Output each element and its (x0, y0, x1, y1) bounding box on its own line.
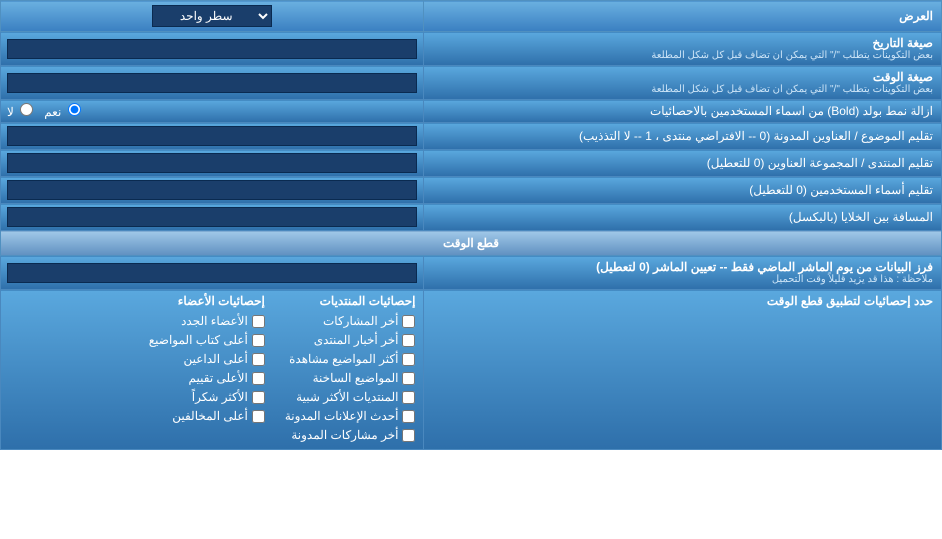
topics-trim-input[interactable]: 33 (7, 126, 417, 146)
single-line-cell: سطر واحد (1, 1, 424, 32)
topics-trim-label: تقليم الموضوع / العناوين المدونة (0 -- ا… (424, 123, 942, 150)
member-stats-col: إحصائيات الأعضاء الأعضاء الجدد أعلى كتاب… (149, 294, 265, 445)
radio-no[interactable] (20, 103, 33, 116)
gap-input-cell: 2 (1, 204, 424, 231)
checkboxes-cell: إحصائيات المنتديات أخر المشاركات أخر أخب… (1, 290, 424, 450)
bold-label: ازالة نمط بولد (Bold) من اسماء المستخدمي… (424, 100, 942, 123)
single-line-select[interactable]: سطر واحد (152, 5, 272, 27)
cutoff-label: فرز البيانات من يوم الماشر الماضي فقط --… (424, 256, 942, 290)
topics-trim-input-cell: 33 (1, 123, 424, 150)
time-format-label: صيغة الوقت بعض التكوينات يتطلب "/" التي … (424, 66, 942, 100)
date-format-title: صيغة التاريخ (432, 36, 933, 50)
checkbox-item: أعلى الداعين (149, 352, 265, 366)
checkbox-item: أعلى المخالفين (149, 409, 265, 423)
cb-blog-posts[interactable] (402, 429, 415, 442)
cutoff-note: ملاحظة : هذا قد يزيد قليلاً وقت التحميل (432, 274, 933, 285)
cutoff-title: فرز البيانات من يوم الماشر الماضي فقط --… (432, 260, 933, 274)
checkbox-item: أحدث الإعلانات المدونة (285, 409, 416, 423)
date-format-input-cell: d-m (1, 32, 424, 66)
cb-most-thanked[interactable] (252, 391, 265, 404)
radio-yes[interactable] (68, 103, 81, 116)
checkbox-item: الأعضاء الجدد (149, 314, 265, 328)
limit-label: حدد إحصائيات لتطبيق قطع الوقت (424, 290, 942, 450)
gap-label: المسافة بين الخلايا (بالبكسل) (424, 204, 942, 231)
cb-new-members[interactable] (252, 315, 265, 328)
users-trim-label: تقليم أسماء المستخدمين (0 للتعطيل) (424, 177, 942, 204)
cb-latest-posts[interactable] (402, 315, 415, 328)
checkbox-item: أخر مشاركات المدونة (285, 428, 416, 442)
time-format-title: صيغة الوقت (432, 70, 933, 84)
cb-popular-forums[interactable] (402, 391, 415, 404)
cutoff-input-cell: 0 (1, 256, 424, 290)
time-format-input-cell: H:i (1, 66, 424, 100)
gap-input[interactable]: 2 (7, 207, 417, 227)
cb-hot-topics[interactable] (402, 372, 415, 385)
forum-trim-input[interactable]: 33 (7, 153, 417, 173)
checkbox-item: أعلى كتاب المواضيع (149, 333, 265, 347)
cb-latest-ads[interactable] (402, 410, 415, 423)
cb-top-inviters[interactable] (252, 353, 265, 366)
checkbox-item: الأكثر شكراً (149, 390, 265, 404)
date-format-note: بعض التكوينات يتطلب "/" التي يمكن ان تضا… (432, 50, 933, 61)
display-label: العرض (424, 1, 942, 32)
checkbox-item: الأعلى تقييم (149, 371, 265, 385)
checkbox-item: أخر المشاركات (285, 314, 416, 328)
radio-yes-label: نعم (44, 103, 83, 119)
forum-stats-col: إحصائيات المنتديات أخر المشاركات أخر أخب… (285, 294, 416, 445)
date-format-label: صيغة التاريخ بعض التكوينات يتطلب "/" الت… (424, 32, 942, 66)
time-format-input[interactable]: H:i (7, 73, 417, 93)
checkbox-item: المنتديات الأكثر شبية (285, 390, 416, 404)
member-stats-header: إحصائيات الأعضاء (149, 294, 265, 308)
cb-top-rated[interactable] (252, 372, 265, 385)
cb-top-writers[interactable] (252, 334, 265, 347)
cb-forum-news[interactable] (402, 334, 415, 347)
bold-radio-cell: نعم لا (1, 100, 424, 123)
cb-most-viewed[interactable] (402, 353, 415, 366)
checkbox-item: أخر أخبار المنتدى (285, 333, 416, 347)
users-trim-input-cell: 0 (1, 177, 424, 204)
cutoff-section-header: قطع الوقت (1, 231, 942, 256)
checkbox-item: المواضيع الساخنة (285, 371, 416, 385)
radio-no-label: لا (7, 103, 36, 119)
users-trim-input[interactable]: 0 (7, 180, 417, 200)
cutoff-input[interactable]: 0 (7, 263, 417, 283)
forum-trim-label: تقليم المنتدى / المجموعة العناوين (0 للت… (424, 150, 942, 177)
checkbox-item: أكثر المواضيع مشاهدة (285, 352, 416, 366)
cb-top-violators[interactable] (252, 410, 265, 423)
date-format-input[interactable]: d-m (7, 39, 417, 59)
time-format-note: بعض التكوينات يتطلب "/" التي يمكن ان تضا… (432, 84, 933, 95)
forum-stats-header: إحصائيات المنتديات (285, 294, 416, 308)
forum-trim-input-cell: 33 (1, 150, 424, 177)
